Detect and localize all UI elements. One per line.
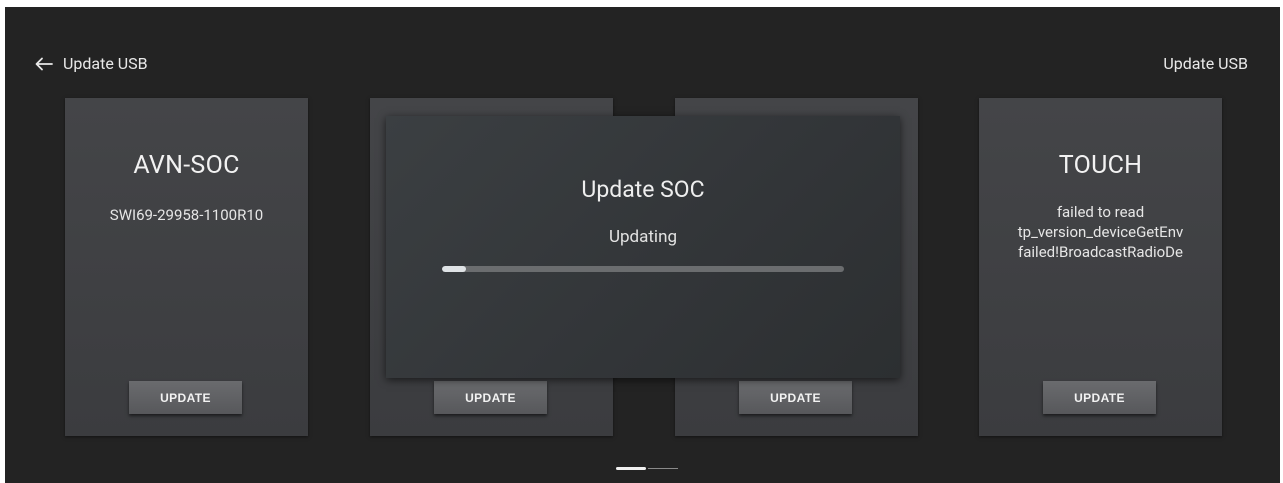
version-line: tp_version_deviceGetEnv: [1017, 223, 1184, 241]
progress-fill: [442, 266, 467, 272]
card-title: AVN-SOC: [133, 151, 240, 180]
card-title: TOUCH: [1058, 151, 1143, 180]
card-version: failed to read tp_version_deviceGetEnv f…: [979, 202, 1222, 262]
dialog-title: Update SOC: [581, 176, 705, 203]
page-title: Update USB: [1163, 54, 1248, 73]
update-button-touch[interactable]: UPDATE: [1043, 381, 1156, 414]
update-usb-screen: Update USB Update USB AVN-SOC SWI69-2995…: [5, 7, 1280, 483]
update-button-card-2[interactable]: UPDATE: [434, 381, 547, 414]
page-indicator-active: [616, 467, 646, 470]
update-button-card-3[interactable]: UPDATE: [739, 381, 852, 414]
page-indicator-inactive[interactable]: [648, 468, 678, 469]
update-progress-dialog: Update SOC Updating: [386, 116, 900, 378]
card-touch: TOUCH failed to read tp_version_deviceGe…: [979, 98, 1222, 436]
card-avn-soc: AVN-SOC SWI69-29958-1100R10 UPDATE: [65, 98, 308, 436]
page-indicator: [616, 467, 678, 470]
card-version: SWI69-29958-1100R10: [109, 206, 264, 224]
version-line: failed to read: [1056, 203, 1145, 221]
version-line: failed!BroadcastRadioDe: [1018, 243, 1183, 261]
dialog-status: Updating: [608, 227, 678, 247]
back-arrow-icon: [35, 57, 53, 70]
back-button[interactable]: Update USB: [35, 54, 148, 73]
update-button-avn-soc[interactable]: UPDATE: [129, 381, 242, 414]
progress-bar: [442, 266, 844, 272]
back-label: Update USB: [63, 54, 148, 73]
